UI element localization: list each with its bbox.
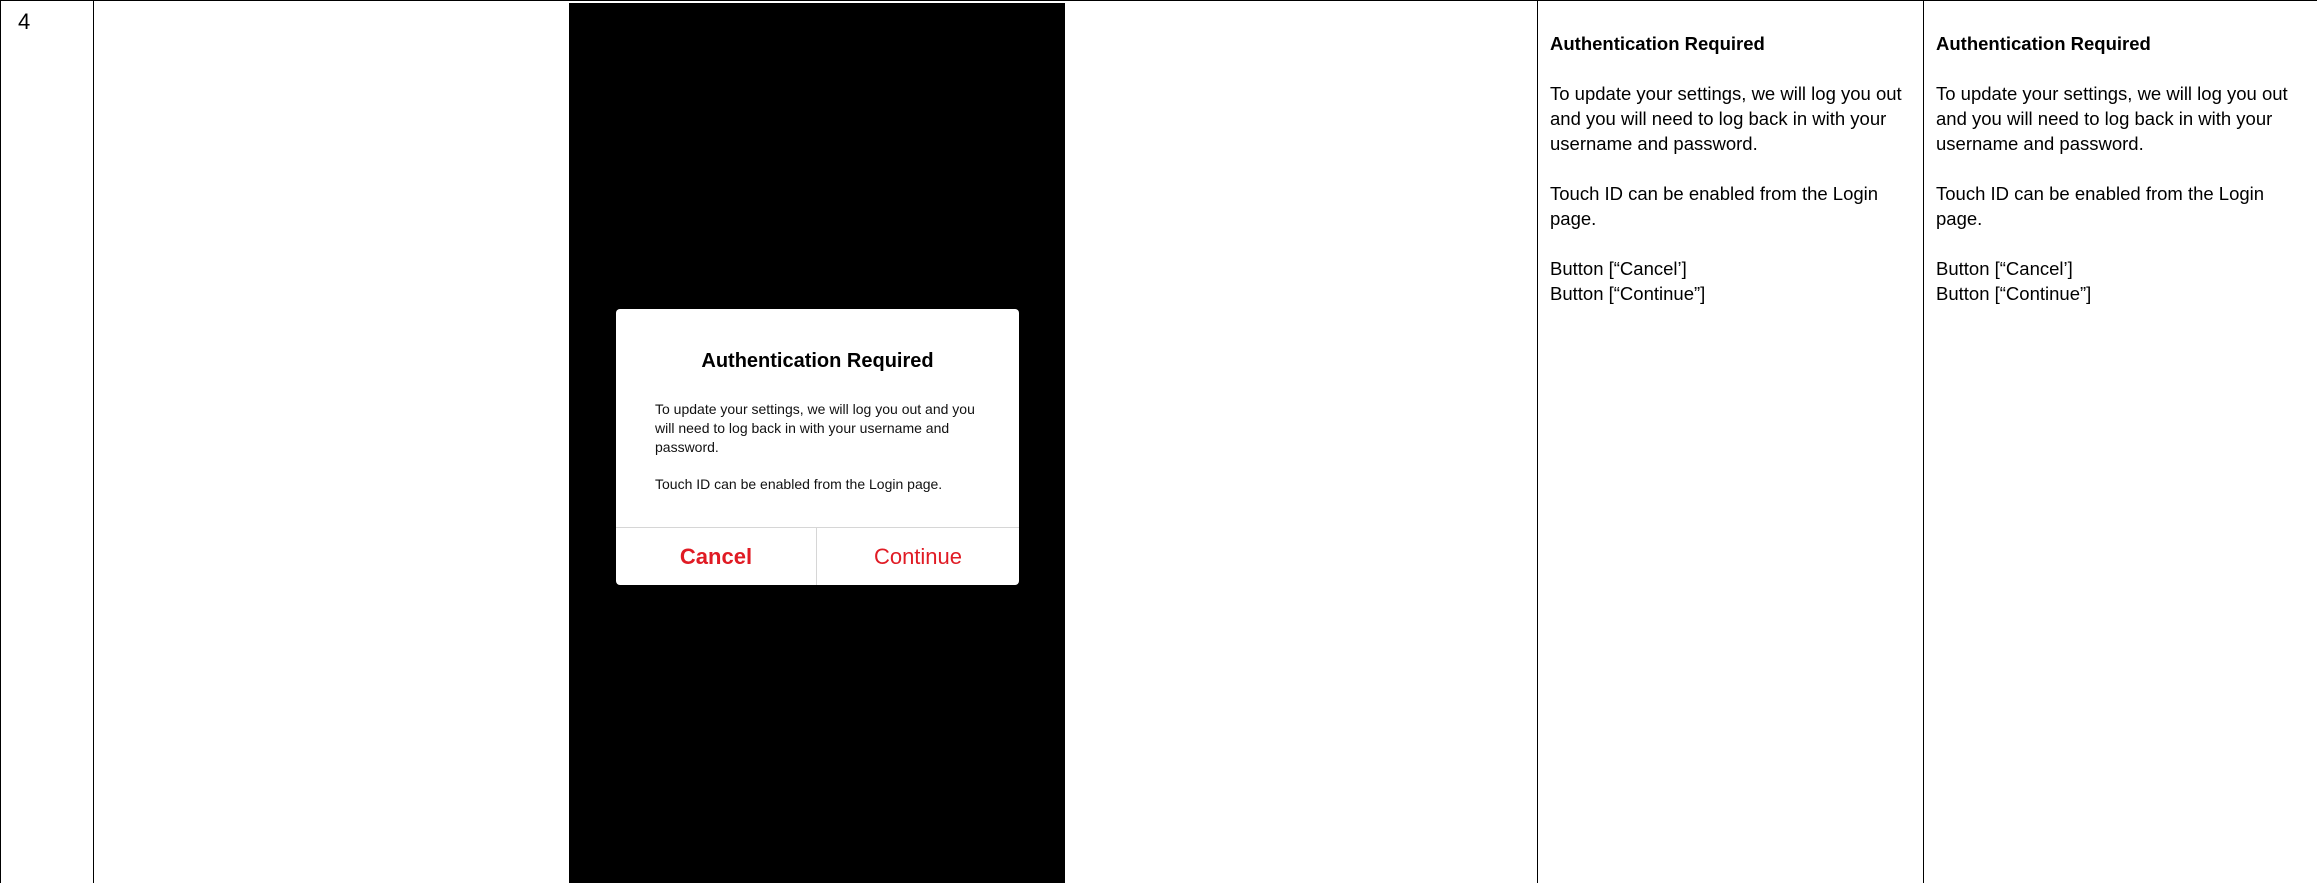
alert-message: To update your settings, we will log you…	[655, 401, 975, 455]
row-number: 4	[18, 9, 31, 34]
spec-paragraph: Touch ID can be enabled from the Login p…	[1550, 183, 1879, 229]
spec-paragraph: Touch ID can be enabled from the Login p…	[1936, 183, 2265, 229]
spec-text-a: Authentication Required To update your s…	[1550, 31, 1910, 306]
spec-cell-b: Authentication Required To update your s…	[1924, 1, 2317, 883]
cancel-button[interactable]: Cancel	[616, 528, 816, 585]
spec-button-line: Button [“Continue”]	[1550, 283, 1706, 304]
screenshot-cell: Authentication Required To update your s…	[94, 1, 1538, 883]
spec-button-line: Button [“Cancel’]	[1936, 258, 2073, 279]
spec-table-row: 4 Authentication Required To update your…	[0, 0, 2317, 883]
spec-text-b: Authentication Required To update your s…	[1936, 31, 2296, 306]
spec-button-line: Button [“Cancel’]	[1550, 258, 1687, 279]
spec-cell-a: Authentication Required To update your s…	[1538, 1, 1924, 883]
continue-button[interactable]: Continue	[817, 528, 1019, 585]
alert-title: Authentication Required	[701, 350, 934, 372]
alert-touch-id-message: Touch ID can be enabled from the Login p…	[655, 476, 943, 492]
row-number-cell: 4	[1, 1, 94, 883]
phone-screen: Authentication Required To update your s…	[569, 3, 1065, 883]
spec-title: Authentication Required	[1550, 33, 1765, 54]
spec-paragraph: To update your settings, we will log you…	[1936, 83, 2288, 154]
spec-title: Authentication Required	[1936, 33, 2151, 54]
spec-button-line: Button [“Continue”]	[1936, 283, 2092, 304]
authentication-alert-dialog: Authentication Required To update your s…	[616, 309, 1019, 585]
spec-paragraph: To update your settings, we will log you…	[1550, 83, 1902, 154]
